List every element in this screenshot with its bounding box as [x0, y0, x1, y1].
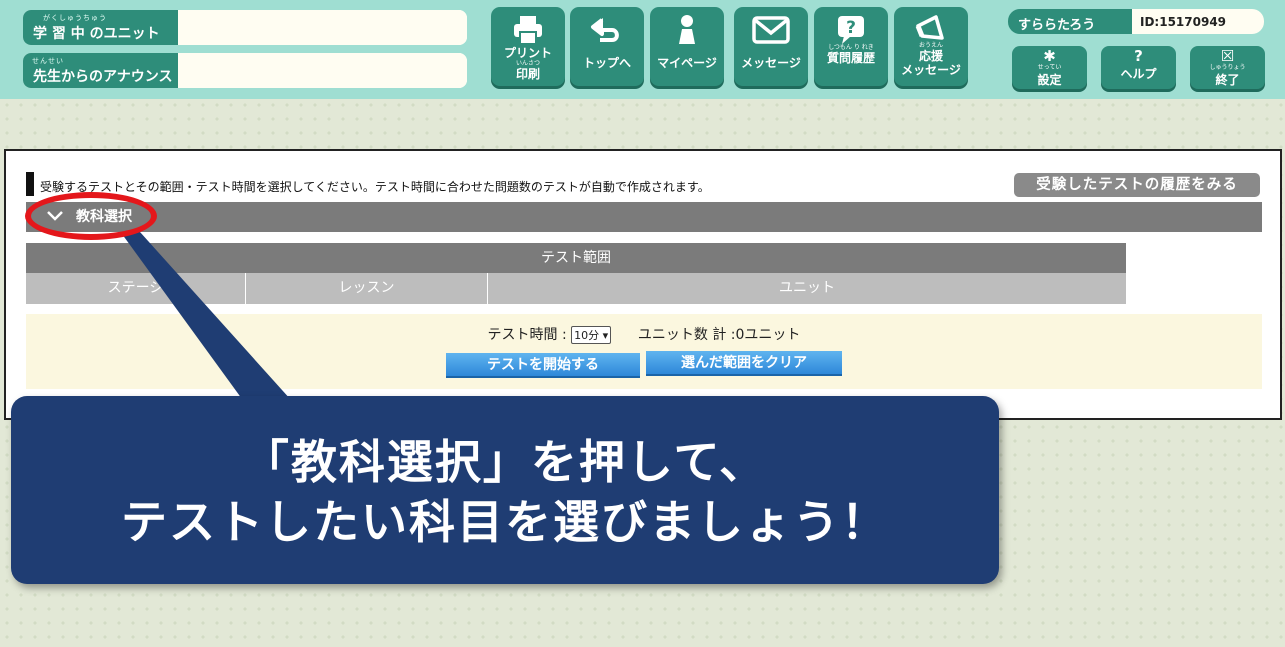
- subject-select-highlight: [25, 192, 157, 240]
- callout-line-1: 「教科選択」を押して、: [242, 435, 768, 489]
- callout-line-2: テストしたい科目を選びましょう！: [121, 495, 889, 549]
- instruction-callout: 「教科選択」を押して、 テストしたい科目を選びましょう！: [11, 396, 999, 584]
